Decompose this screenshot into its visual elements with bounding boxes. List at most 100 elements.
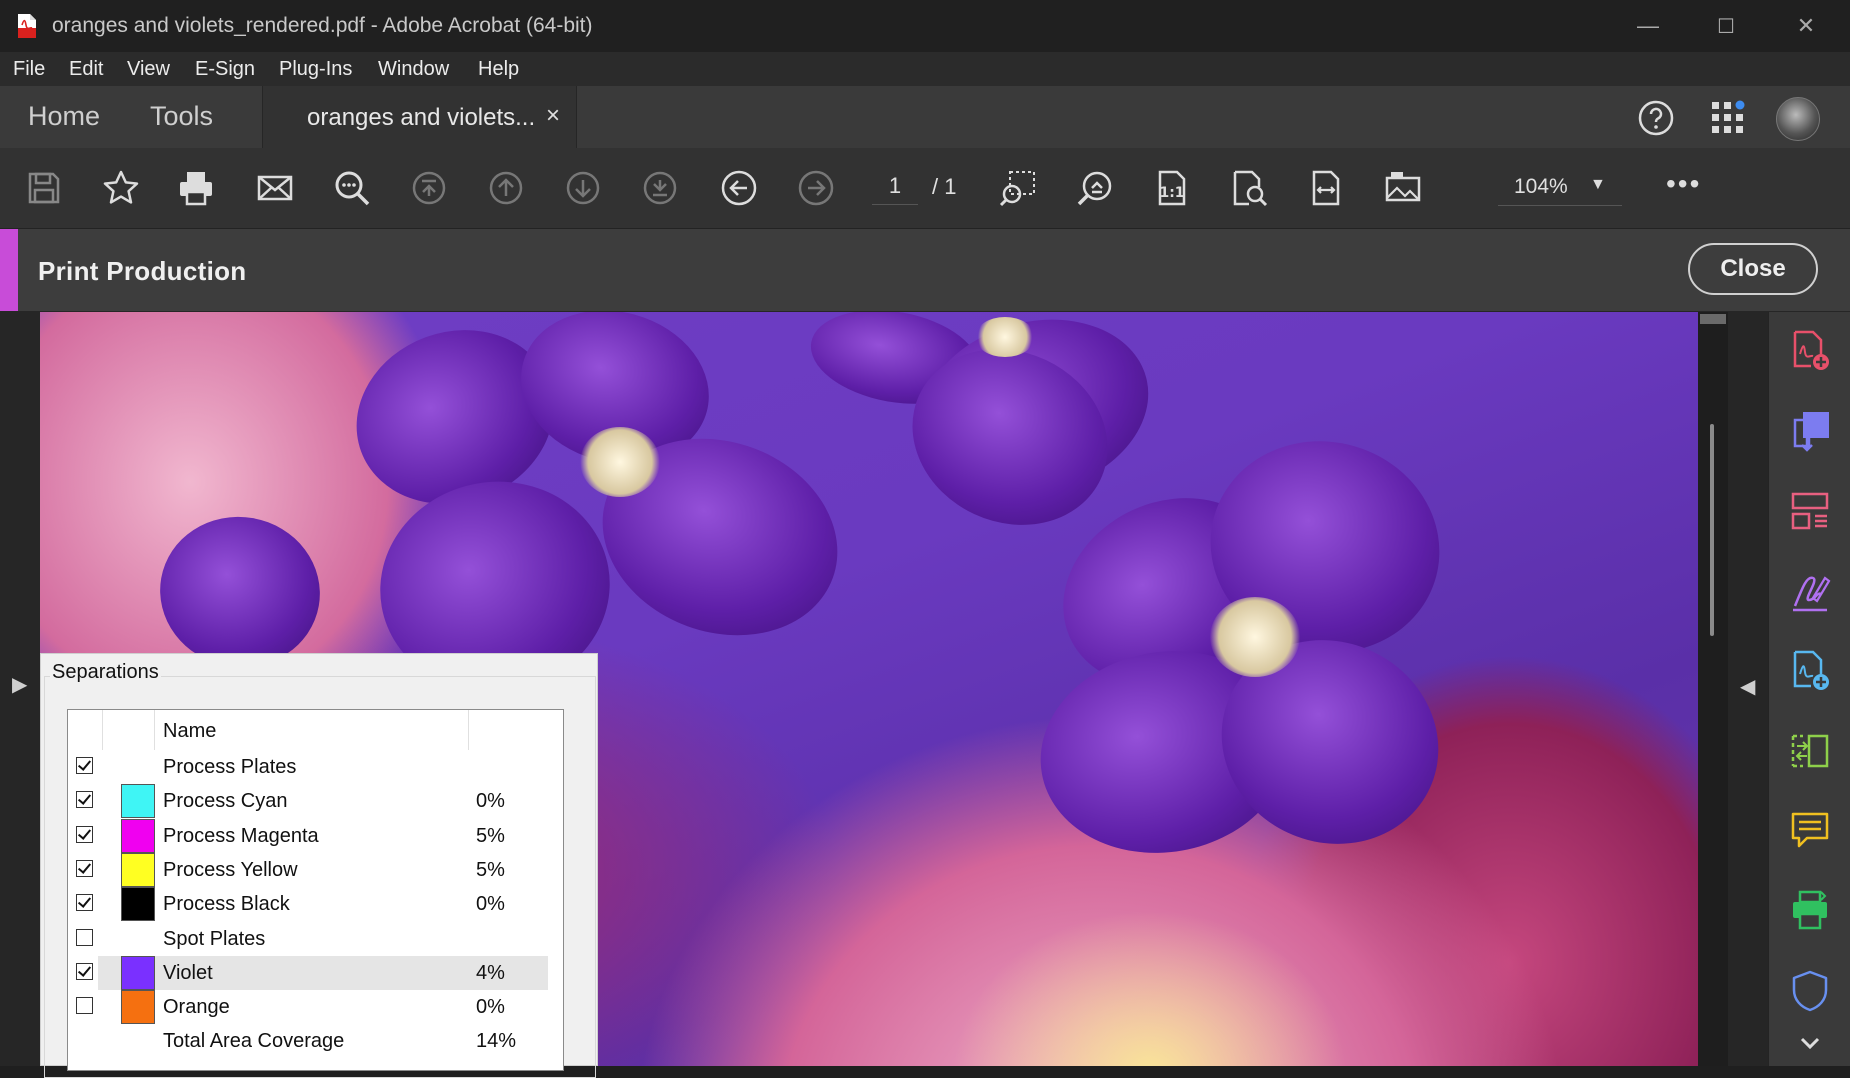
bookmark-star-icon[interactable]	[99, 166, 143, 210]
forward-icon[interactable]	[794, 166, 838, 210]
table-row[interactable]: Spot Plates	[68, 922, 563, 956]
menu-bar: File Edit View E-Sign Plug-Ins Window He…	[0, 52, 1850, 86]
page-number-input[interactable]: 1	[872, 168, 918, 205]
back-icon[interactable]	[717, 166, 761, 210]
table-row[interactable]: Orange 0%	[68, 990, 563, 1025]
comment-icon[interactable]	[1787, 808, 1833, 854]
scrollbar-top[interactable]	[1700, 314, 1726, 324]
plate-name: Process Plates	[163, 756, 297, 778]
prev-page-icon[interactable]	[484, 166, 528, 210]
plate-coverage: 0%	[476, 996, 505, 1019]
export-pdf-icon[interactable]	[1787, 408, 1833, 454]
plate-coverage: 4%	[476, 961, 505, 984]
plate-name: Orange	[163, 996, 230, 1019]
pdf-file-icon	[18, 14, 36, 38]
table-row[interactable]: Process Plates	[68, 750, 563, 784]
row-checkbox[interactable]	[76, 859, 93, 877]
plate-name: Process Yellow	[163, 858, 298, 881]
fill-sign-icon[interactable]	[1787, 568, 1833, 614]
print-icon[interactable]	[174, 166, 218, 210]
tool-accent	[0, 229, 18, 311]
table-row[interactable]: Process Yellow 5%	[68, 852, 563, 887]
plate-coverage: 0%	[476, 893, 505, 916]
reading-mode-icon[interactable]	[1381, 166, 1425, 210]
menu-help[interactable]: Help	[478, 58, 519, 81]
tab-home[interactable]: Home	[28, 101, 100, 132]
color-swatch	[121, 818, 155, 853]
protect-icon[interactable]	[1787, 968, 1833, 1014]
plate-name: Violet	[163, 961, 213, 984]
plate-coverage: 0%	[476, 790, 505, 813]
create-pdf-icon[interactable]	[1787, 328, 1833, 374]
row-checkbox[interactable]	[76, 825, 93, 843]
toolbar: 1 / 1 1:1 104% ▼ •••	[0, 148, 1850, 229]
separations-panel: Separations Name Process Plates Process C…	[40, 653, 598, 1078]
menu-esign[interactable]: E-Sign	[195, 58, 255, 81]
print-production-icon[interactable]	[1787, 888, 1833, 934]
close-tool-button[interactable]: Close	[1688, 243, 1818, 295]
row-checkbox[interactable]	[76, 928, 93, 946]
plate-name: Total Area Coverage	[163, 1030, 345, 1053]
search-icon[interactable]	[330, 166, 374, 210]
chevron-down-icon[interactable]: ▼	[1590, 176, 1606, 194]
table-row[interactable]: Violet 4%	[76, 955, 548, 990]
menu-file[interactable]: File	[13, 58, 45, 81]
color-swatch	[121, 990, 155, 1025]
menu-view[interactable]: View	[127, 58, 170, 81]
vertical-scrollbar[interactable]	[1698, 312, 1728, 1066]
tab-tools[interactable]: Tools	[150, 101, 213, 132]
row-checkbox[interactable]	[76, 791, 93, 809]
separations-table: Name Process Plates Process Cyan 0% Process…	[67, 709, 564, 1071]
menu-window[interactable]: Window	[378, 58, 449, 81]
plate-name: Process Cyan	[163, 790, 288, 813]
document-tab-label: oranges and violets...	[307, 104, 536, 131]
next-page-icon[interactable]	[561, 166, 605, 210]
chevron-down-icon[interactable]	[1795, 1028, 1825, 1058]
row-checkbox[interactable]	[76, 894, 93, 912]
close-tab-button[interactable]: ×	[546, 102, 560, 130]
row-checkbox[interactable]	[76, 962, 93, 980]
color-swatch	[121, 784, 155, 819]
menu-plugins[interactable]: Plug-Ins	[279, 58, 352, 81]
plate-name: Process Black	[163, 893, 290, 916]
first-page-icon[interactable]	[407, 166, 451, 210]
organize-pages-icon[interactable]	[1787, 488, 1833, 534]
table-header: Name	[68, 710, 563, 750]
page-total: / 1	[932, 174, 957, 199]
table-row[interactable]: Process Magenta 5%	[68, 818, 563, 853]
email-icon[interactable]	[253, 166, 297, 210]
fit-width-icon[interactable]	[1304, 166, 1348, 210]
plate-coverage: 14%	[476, 1030, 517, 1053]
zoom-icon[interactable]	[1073, 166, 1117, 210]
save-icon[interactable]	[22, 166, 66, 210]
table-row[interactable]: Process Black 0%	[68, 887, 563, 922]
compare-icon[interactable]	[1787, 728, 1833, 774]
color-swatch	[121, 852, 155, 887]
plate-coverage: 5%	[476, 824, 505, 847]
apps-grid-icon[interactable]	[1710, 100, 1746, 136]
more-options-icon[interactable]: •••	[1666, 168, 1701, 200]
tools-rail	[1768, 312, 1850, 1066]
separations-title: Separations	[50, 661, 161, 684]
table-row[interactable]: Total Area Coverage 14%	[68, 1024, 563, 1058]
avatar[interactable]	[1776, 97, 1820, 141]
right-panel-toggle-strip: ◀	[1728, 312, 1768, 1066]
collapse-right-panel-icon[interactable]: ◀	[1740, 674, 1755, 699]
actual-size-icon[interactable]: 1:1	[1150, 166, 1194, 210]
marquee-zoom-icon[interactable]	[996, 166, 1040, 210]
help-icon[interactable]	[1636, 98, 1676, 138]
minimize-button[interactable]: —	[1618, 6, 1678, 46]
row-checkbox[interactable]	[76, 997, 93, 1015]
table-row[interactable]: Process Cyan 0%	[68, 784, 563, 819]
tab-document[interactable]: oranges and violets... ×	[262, 86, 577, 148]
close-window-button[interactable]: ✕	[1776, 6, 1836, 46]
last-page-icon[interactable]	[638, 166, 682, 210]
fit-page-icon[interactable]	[1227, 166, 1271, 210]
scrollbar-thumb[interactable]	[1710, 424, 1714, 636]
menu-edit[interactable]: Edit	[69, 58, 103, 81]
edit-pdf-icon[interactable]	[1787, 648, 1833, 694]
expand-left-panel-icon[interactable]: ▶	[12, 672, 27, 697]
row-checkbox[interactable]	[76, 757, 93, 774]
print-production-bar: Print Production Close	[0, 229, 1850, 312]
maximize-button[interactable]: ☐	[1696, 6, 1756, 46]
